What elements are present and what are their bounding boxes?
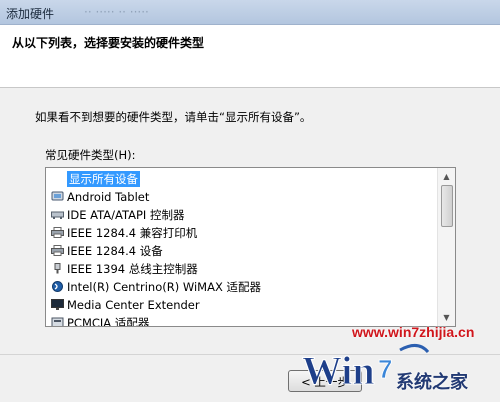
back-button[interactable]: < 上一步 (288, 370, 362, 392)
list-item-ieee1284-device[interactable]: IEEE 1284.4 设备 (46, 242, 438, 260)
firewire-icon (54, 263, 61, 274)
list-item-ieee1284-printer[interactable]: IEEE 1284.4 兼容打印机 (46, 224, 438, 242)
list-item-label: IEEE 1284.4 设备 (67, 244, 163, 258)
tablet-icon (51, 191, 64, 201)
list-item-label: Intel(R) Centrino(R) WiMAX 适配器 (67, 280, 261, 294)
wimax-icon (52, 281, 63, 292)
printer-icon (51, 227, 64, 238)
title-bar: 添加硬件 ·· ····· ·· ····· (0, 0, 500, 25)
list-item-label: Android Tablet (67, 190, 150, 204)
list-item-label: IEEE 1284.4 兼容打印机 (67, 226, 198, 240)
scroll-down-icon[interactable]: ▼ (440, 311, 453, 324)
list-item-label: 显示所有设备 (67, 171, 140, 187)
list-item-media-center-extender[interactable]: Media Center Extender (46, 296, 438, 314)
monitor-icon (51, 299, 64, 310)
list-scrollbar[interactable]: ▲ ▼ (437, 168, 455, 326)
list-item-android-tablet[interactable]: Android Tablet (46, 188, 438, 206)
list-item-ide-controller[interactable]: IDE ATA/ATAPI 控制器 (46, 206, 438, 224)
list-item-ieee1394-controller[interactable]: IEEE 1394 总线主控制器 (46, 260, 438, 278)
list-item-label: IEEE 1394 总线主控制器 (67, 262, 198, 276)
list-item-label: PCMCIA 适配器 (67, 316, 150, 327)
scroll-up-icon[interactable]: ▲ (440, 170, 453, 183)
window-title: 添加硬件 (6, 7, 55, 21)
wizard-content: 如果看不到想要的硬件类型，请单击“显示所有设备”。 常见硬件类型(H): 显示所… (0, 88, 500, 402)
list-item-show-all[interactable]: 显示所有设备 (46, 170, 438, 188)
scroll-thumb[interactable] (441, 185, 453, 227)
page-heading: 从以下列表，选择要安装的硬件类型 (12, 36, 205, 50)
list-label: 常见硬件类型(H): (45, 148, 136, 162)
hint-text: 如果看不到想要的硬件类型，请单击“显示所有设备”。 (35, 110, 312, 124)
list-item-pcmcia-adapter[interactable]: PCMCIA 适配器 (46, 314, 438, 327)
wizard-header: 从以下列表，选择要安装的硬件类型 (0, 25, 500, 88)
printer-icon (51, 245, 64, 256)
ide-controller-icon (51, 211, 64, 219)
list-item-label: IDE ATA/ATAPI 控制器 (67, 208, 185, 222)
list-item-label: Media Center Extender (67, 298, 200, 312)
footer-divider (0, 354, 500, 355)
hardware-type-list[interactable]: 显示所有设备 Android Tablet IDE ATA/ATAPI 控制器 … (45, 167, 456, 327)
list-item-wimax-adapter[interactable]: Intel(R) Centrino(R) WiMAX 适配器 (46, 278, 438, 296)
title-ghost-text: ·· ····· ·· ····· (84, 5, 149, 19)
pcmcia-icon (51, 317, 64, 326)
